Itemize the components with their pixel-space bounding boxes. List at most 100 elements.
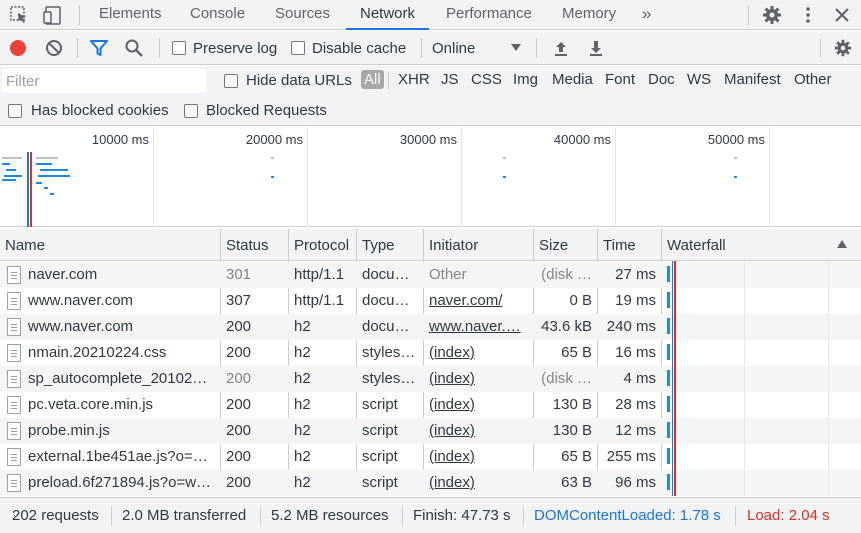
tab-sources[interactable]: Sources xyxy=(275,0,330,30)
cell-initiator[interactable]: (index) xyxy=(429,370,526,387)
overview-activity-bar xyxy=(2,163,10,165)
finish-time: Finish: 47.73 s xyxy=(413,507,511,524)
cell-initiator[interactable]: naver.com/ xyxy=(429,292,526,309)
export-har-icon[interactable] xyxy=(586,38,606,58)
overview-activity-bar xyxy=(734,157,737,159)
filter-type-media[interactable]: Media xyxy=(552,71,593,88)
tab-performance[interactable]: Performance xyxy=(446,0,532,30)
table-row[interactable]: external.1be451ae.js?o=… 200 h2 script (inde… xyxy=(0,444,861,470)
tab-console[interactable]: Console xyxy=(190,0,245,30)
throttling-select[interactable]: Online xyxy=(432,40,475,57)
cell-initiator[interactable]: (index) xyxy=(429,422,526,439)
cell-name: www.naver.com xyxy=(28,318,134,335)
more-tabs-button[interactable]: » xyxy=(642,0,651,30)
file-icon xyxy=(7,370,21,388)
cell-initiator[interactable]: (index) xyxy=(429,344,526,361)
device-toolbar-icon[interactable] xyxy=(42,4,64,26)
hide-data-urls-checkbox[interactable] xyxy=(224,74,238,88)
cell-protocol: h2 xyxy=(294,422,311,439)
column-header-protocol[interactable]: Protocol xyxy=(294,237,349,254)
column-header-size[interactable]: Size xyxy=(539,237,568,254)
network-overview-timeline[interactable]: 10000 ms 20000 ms 30000 ms 40000 ms 5000… xyxy=(0,127,861,227)
overview-activity-bar xyxy=(40,169,68,171)
tab-network[interactable]: Network xyxy=(346,0,430,30)
cell-status: 200 xyxy=(226,422,252,439)
overview-activity-bar xyxy=(38,175,70,177)
column-header-time[interactable]: Time xyxy=(603,237,636,254)
settings-gear-icon[interactable] xyxy=(761,4,783,26)
cell-status: 301 xyxy=(226,266,252,283)
waterfall-dcl-line xyxy=(672,261,673,496)
sort-ascending-icon[interactable] xyxy=(836,239,848,249)
inspect-element-icon[interactable] xyxy=(8,4,30,26)
cell-name: probe.min.js xyxy=(28,422,110,439)
network-settings-gear-icon[interactable] xyxy=(833,38,853,58)
cell-time: 12 ms xyxy=(615,422,656,439)
record-icon[interactable] xyxy=(8,38,28,58)
table-row[interactable]: naver.com 301 http/1.1 docu… Other (disk … 27 … xyxy=(0,262,861,288)
table-row[interactable]: preload.6f271894.js?o=w… 200 h2 script (inde… xyxy=(0,470,861,496)
filter-type-doc[interactable]: Doc xyxy=(648,71,675,88)
cell-type: styles… xyxy=(362,344,416,361)
filter-input[interactable] xyxy=(2,69,206,93)
filter-type-manifest[interactable]: Manifest xyxy=(724,71,781,88)
cell-protocol: http/1.1 xyxy=(294,266,345,283)
overview-tick-label: 30000 ms xyxy=(399,132,457,147)
status-separator xyxy=(260,506,261,526)
blocked-requests-checkbox[interactable] xyxy=(184,104,198,118)
cell-size: 0 B xyxy=(569,292,592,309)
tab-elements[interactable]: Elements xyxy=(99,0,162,30)
column-header-initiator[interactable]: Initiator xyxy=(429,237,478,254)
filter-type-ws[interactable]: WS xyxy=(687,71,711,88)
table-row[interactable]: nmain.20210224.css 200 h2 styles… (index) 65 … xyxy=(0,340,861,366)
toolbar-separator xyxy=(77,38,78,58)
chevron-down-icon[interactable] xyxy=(511,44,521,51)
column-header-status[interactable]: Status xyxy=(226,237,269,254)
cell-initiator[interactable]: www.naver.… xyxy=(429,318,526,335)
tab-memory[interactable]: Memory xyxy=(562,0,616,30)
filter-type-xhr[interactable]: XHR xyxy=(398,71,430,88)
filter-funnel-icon[interactable] xyxy=(89,38,109,58)
cell-initiator[interactable]: (index) xyxy=(429,396,526,413)
column-header-name[interactable]: Name xyxy=(5,237,45,254)
import-har-icon[interactable] xyxy=(551,38,571,58)
disable-cache-checkbox[interactable] xyxy=(291,41,305,55)
search-icon[interactable] xyxy=(124,38,144,58)
clear-icon[interactable] xyxy=(44,38,64,58)
cell-protocol: h2 xyxy=(294,370,311,387)
file-icon xyxy=(7,344,21,362)
waterfall-bar xyxy=(667,396,670,412)
filter-type-all[interactable]: All xyxy=(361,70,384,89)
cell-type: styles… xyxy=(362,370,416,387)
overview-activity-bar xyxy=(36,157,58,159)
has-blocked-cookies-checkbox[interactable] xyxy=(8,104,22,118)
close-devtools-icon[interactable] xyxy=(831,4,853,26)
cell-size: (disk … xyxy=(541,266,592,283)
preserve-log-label: Preserve log xyxy=(193,40,278,57)
overview-activity-bar xyxy=(271,176,274,178)
cell-initiator[interactable]: (index) xyxy=(429,474,526,491)
filter-type-css[interactable]: CSS xyxy=(471,71,502,88)
column-header-waterfall[interactable]: Waterfall xyxy=(667,237,726,254)
tabbar-separator xyxy=(79,5,80,25)
table-row[interactable]: www.naver.com 200 h2 docu… www.naver.… 43.6 k… xyxy=(0,314,861,340)
cell-initiator[interactable]: (index) xyxy=(429,448,526,465)
filter-type-img[interactable]: Img xyxy=(513,71,538,88)
table-row[interactable]: probe.min.js 200 h2 script (index) 130 B 12 ms xyxy=(0,418,861,444)
has-blocked-cookies-label: Has blocked cookies xyxy=(31,102,169,119)
file-icon xyxy=(7,448,21,466)
overview-activity-bar xyxy=(4,175,22,177)
filter-type-js[interactable]: JS xyxy=(441,71,459,88)
filter-type-font[interactable]: Font xyxy=(605,71,635,88)
more-options-kebab-icon[interactable] xyxy=(797,4,819,26)
waterfall-bar xyxy=(667,448,670,464)
filter-type-other[interactable]: Other xyxy=(794,71,832,88)
file-icon xyxy=(7,422,21,440)
table-row[interactable]: www.naver.com 307 http/1.1 docu… naver.com/0… xyxy=(0,288,861,314)
cell-status: 200 xyxy=(226,344,252,361)
column-header-type[interactable]: Type xyxy=(362,237,395,254)
table-row[interactable]: sp_autocomplete_20102… 200 h2 styles… (index… xyxy=(0,366,861,392)
load-marker xyxy=(30,152,32,227)
preserve-log-checkbox[interactable] xyxy=(172,41,186,55)
table-row[interactable]: pc.veta.core.min.js 200 h2 script (index) 130… xyxy=(0,392,861,418)
